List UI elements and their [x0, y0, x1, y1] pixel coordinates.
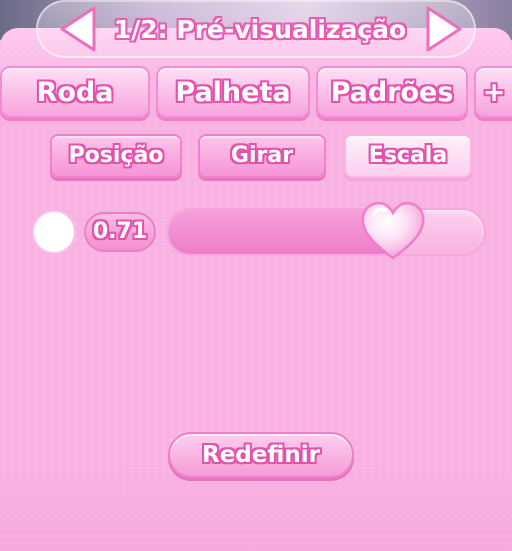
- reset-button[interactable]: Redefinir: [168, 432, 354, 478]
- subtab-escala[interactable]: Escala: [344, 134, 472, 178]
- scale-toggle[interactable]: [32, 210, 76, 254]
- subtab-girar[interactable]: Girar: [198, 134, 326, 178]
- preview-title: 1/2: Pré-visualização: [113, 15, 407, 44]
- scale-slider[interactable]: [166, 208, 486, 256]
- scale-slider-handle[interactable]: [357, 198, 429, 264]
- prev-preview-button[interactable]: [58, 4, 98, 54]
- scale-value-input[interactable]: 0.71: [84, 212, 156, 252]
- triangle-left-icon: [60, 6, 96, 52]
- tab-roda[interactable]: Roda: [0, 66, 150, 118]
- triangle-right-icon: [426, 6, 462, 52]
- heart-icon: [361, 201, 425, 260]
- tab-more[interactable]: +: [474, 66, 512, 118]
- next-preview-button[interactable]: [424, 4, 464, 54]
- subtab-posicao[interactable]: Posição: [50, 134, 182, 178]
- tab-palheta[interactable]: Palheta: [156, 66, 310, 118]
- tab-padroes[interactable]: Padrões: [316, 66, 468, 118]
